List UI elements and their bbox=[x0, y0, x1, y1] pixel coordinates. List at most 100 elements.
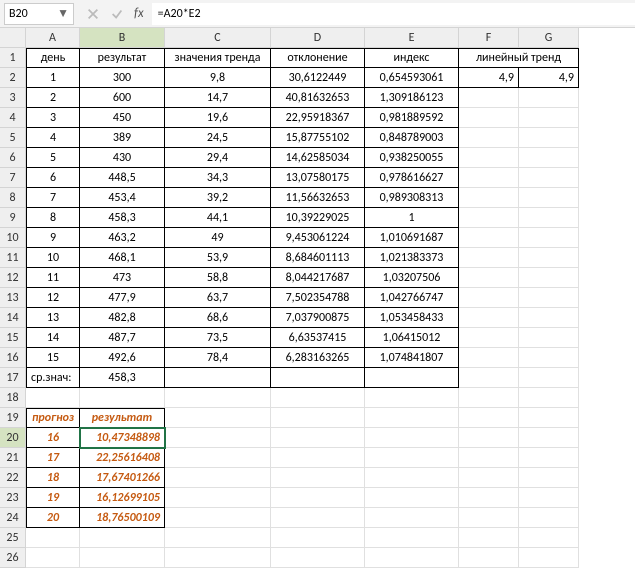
cell-B[interactable]: 463,2 bbox=[80, 228, 165, 248]
cell-G[interactable] bbox=[519, 388, 579, 408]
cell-B[interactable]: 458,3 bbox=[80, 208, 165, 228]
cell-D[interactable] bbox=[271, 508, 365, 528]
cell-B[interactable]: 600 bbox=[80, 88, 165, 108]
row-header-2[interactable]: 2 bbox=[0, 68, 26, 88]
cell-D[interactable] bbox=[271, 408, 365, 428]
cell-A[interactable]: 18 bbox=[26, 468, 80, 488]
cell-F[interactable] bbox=[459, 168, 519, 188]
cell-G[interactable] bbox=[519, 548, 579, 568]
cells-area[interactable]: ABCDEFG деньрезультатзначения трендаоткл… bbox=[26, 28, 579, 568]
cell-B[interactable]: 430 bbox=[80, 148, 165, 168]
cell-A[interactable]: 5 bbox=[26, 148, 80, 168]
cell-F[interactable] bbox=[459, 408, 519, 428]
row-header-6[interactable]: 6 bbox=[0, 148, 26, 168]
cell-C[interactable] bbox=[165, 508, 271, 528]
cell-C[interactable] bbox=[165, 408, 271, 428]
cell-G[interactable] bbox=[519, 248, 579, 268]
cell-B[interactable]: 468,1 bbox=[80, 248, 165, 268]
cell-C[interactable]: 9,8 bbox=[165, 68, 271, 88]
cell-F[interactable] bbox=[459, 428, 519, 448]
cell-B[interactable]: результат bbox=[80, 408, 165, 428]
cell-F[interactable] bbox=[459, 208, 519, 228]
cell-B[interactable]: результат bbox=[80, 48, 165, 68]
cell-A[interactable]: 3 bbox=[26, 108, 80, 128]
cell-C[interactable] bbox=[165, 448, 271, 468]
column-header-C[interactable]: C bbox=[165, 28, 271, 48]
cell-A[interactable]: 13 bbox=[26, 308, 80, 328]
cell-B[interactable]: 10,47348898 bbox=[80, 428, 165, 448]
cell-G[interactable] bbox=[519, 368, 579, 388]
cell-A[interactable]: 15 bbox=[26, 348, 80, 368]
cell-E[interactable]: 1,053458433 bbox=[365, 308, 459, 328]
cell-C[interactable]: 39,2 bbox=[165, 188, 271, 208]
cell-F[interactable] bbox=[459, 348, 519, 368]
cell-D[interactable]: 30,6122449 bbox=[271, 68, 365, 88]
row-header-13[interactable]: 13 bbox=[0, 288, 26, 308]
cell-G[interactable] bbox=[519, 488, 579, 508]
cell-F[interactable] bbox=[459, 188, 519, 208]
row-header-14[interactable]: 14 bbox=[0, 308, 26, 328]
cell-E[interactable]: 1,010691687 bbox=[365, 228, 459, 248]
cell-G[interactable] bbox=[519, 168, 579, 188]
cell-B[interactable] bbox=[80, 528, 165, 548]
cell-F[interactable] bbox=[459, 268, 519, 288]
cell-E[interactable] bbox=[365, 548, 459, 568]
cell-C[interactable]: 73,5 bbox=[165, 328, 271, 348]
cell-D[interactable]: 8,044217687 bbox=[271, 268, 365, 288]
cell-E[interactable] bbox=[365, 388, 459, 408]
cell-G[interactable] bbox=[519, 88, 579, 108]
cell-E[interactable] bbox=[365, 528, 459, 548]
row-header-23[interactable]: 23 bbox=[0, 488, 26, 508]
cell-A[interactable]: 16 bbox=[26, 428, 80, 448]
cancel-icon[interactable] bbox=[86, 7, 100, 21]
cell-E[interactable] bbox=[365, 448, 459, 468]
cell-B[interactable]: 18,76500109 bbox=[80, 508, 165, 528]
cell-A[interactable]: 14 bbox=[26, 328, 80, 348]
name-box[interactable]: B20 ▼ bbox=[4, 3, 74, 25]
cell-E[interactable] bbox=[365, 408, 459, 428]
cell-F[interactable] bbox=[459, 288, 519, 308]
cell-A[interactable]: 2 bbox=[26, 88, 80, 108]
column-header-G[interactable]: G bbox=[519, 28, 579, 48]
cell-G[interactable] bbox=[519, 508, 579, 528]
row-header-12[interactable]: 12 bbox=[0, 268, 26, 288]
cell-D[interactable] bbox=[271, 468, 365, 488]
cell-F[interactable] bbox=[459, 148, 519, 168]
cell-E[interactable]: 0,654593061 bbox=[365, 68, 459, 88]
cell-A[interactable]: 6 bbox=[26, 168, 80, 188]
cell-C[interactable]: 78,4 bbox=[165, 348, 271, 368]
cell-F[interactable] bbox=[459, 508, 519, 528]
cell-D[interactable]: 9,453061224 bbox=[271, 228, 365, 248]
cell-D[interactable]: 40,81632653 bbox=[271, 88, 365, 108]
cell-D[interactable] bbox=[271, 488, 365, 508]
dropdown-icon[interactable]: ▼ bbox=[57, 6, 69, 21]
cell-B[interactable]: 389 bbox=[80, 128, 165, 148]
cell-E[interactable] bbox=[365, 488, 459, 508]
row-header-9[interactable]: 9 bbox=[0, 208, 26, 228]
cell-D[interactable] bbox=[271, 388, 365, 408]
cell-F[interactable] bbox=[459, 528, 519, 548]
cell-C[interactable]: 58,8 bbox=[165, 268, 271, 288]
cell-A[interactable]: прогноз bbox=[26, 408, 80, 428]
cell-E[interactable]: 1,06415012 bbox=[365, 328, 459, 348]
cell-E[interactable]: 0,848789003 bbox=[365, 128, 459, 148]
cell-G[interactable] bbox=[519, 308, 579, 328]
cell-C[interactable] bbox=[165, 528, 271, 548]
cell-B[interactable]: 448,5 bbox=[80, 168, 165, 188]
fx-icon[interactable]: fx bbox=[134, 6, 144, 21]
cell-D[interactable]: 6,63537415 bbox=[271, 328, 365, 348]
cell-E[interactable]: 0,981889592 bbox=[365, 108, 459, 128]
cell-A[interactable]: день bbox=[26, 48, 80, 68]
row-header-20[interactable]: 20 bbox=[0, 428, 26, 448]
cell-C[interactable]: 63,7 bbox=[165, 288, 271, 308]
row-header-5[interactable]: 5 bbox=[0, 128, 26, 148]
accept-icon[interactable] bbox=[110, 7, 124, 21]
cell-D[interactable]: 10,39229025 bbox=[271, 208, 365, 228]
cell-F[interactable] bbox=[459, 328, 519, 348]
row-header-7[interactable]: 7 bbox=[0, 168, 26, 188]
cell-A[interactable] bbox=[26, 388, 80, 408]
cell-F[interactable] bbox=[459, 448, 519, 468]
cell-D[interactable]: 13,07580175 bbox=[271, 168, 365, 188]
cell-G[interactable] bbox=[519, 228, 579, 248]
cell-D[interactable]: 7,502354788 bbox=[271, 288, 365, 308]
